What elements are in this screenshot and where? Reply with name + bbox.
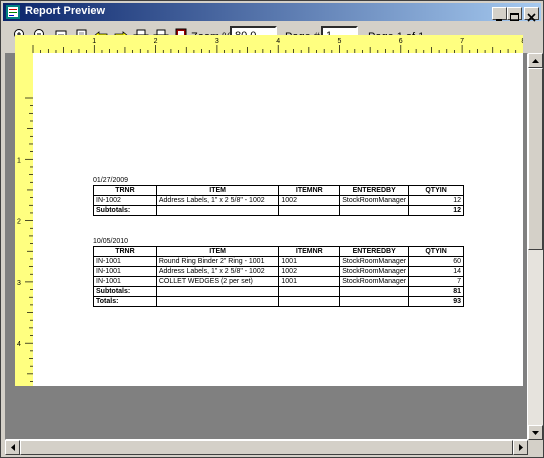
- horizontal-ruler-ticks: 1 2 3 4 5 6 7 8: [32, 38, 525, 53]
- group-date: 10/05/2010: [93, 238, 129, 245]
- horizontal-ruler: 1 2 3 4 5 6 7 8: [15, 35, 525, 53]
- ruler-mark-label: 2: [17, 219, 21, 226]
- cell-qtyin: 12: [408, 195, 464, 206]
- ruler-mark-label: 3: [215, 38, 219, 45]
- arrow-right-icon: [518, 444, 523, 451]
- app-icon: [6, 5, 20, 19]
- report-preview-window: Report Preview 80.0 1 1 2 3 4 5 6 7 1 2 …: [0, 0, 544, 458]
- cell-itemnr: 1002: [278, 195, 341, 206]
- total-label: Totals:: [93, 296, 157, 307]
- horizontal-scrollbar[interactable]: [5, 440, 528, 455]
- subtotal-value: 81: [408, 286, 464, 297]
- cell-enteredby: StockRoomManager: [339, 195, 410, 206]
- arrow-up-icon: [532, 58, 539, 63]
- ruler-mark-label: 7: [460, 38, 464, 45]
- scroll-left-button[interactable]: [5, 440, 20, 455]
- cell-itemnr: 1002: [278, 266, 341, 277]
- cell-trnr: IN-1002: [93, 195, 157, 206]
- vertical-scroll-thumb[interactable]: [528, 68, 543, 250]
- col-header-item: ITEM: [155, 246, 280, 257]
- cell-trnr: IN-1001: [93, 266, 157, 277]
- col-header-qtyin: QTYIN: [408, 246, 464, 257]
- subtotal-label: Subtotals:: [93, 205, 157, 216]
- cell-enteredby: StockRoomManager: [339, 256, 410, 267]
- cell-itemnr: 1001: [278, 256, 341, 267]
- cell-qtyin: 14: [408, 266, 464, 277]
- scroll-up-button[interactable]: [528, 53, 543, 68]
- group-date: 01/27/2009: [93, 177, 129, 184]
- total-row: Totals: 93: [93, 296, 464, 307]
- minimize-button[interactable]: [492, 7, 507, 21]
- cell-qtyin: 7: [408, 276, 464, 287]
- ruler-mark-label: 5: [338, 38, 342, 45]
- report-table-2: TRNR ITEM ITEMNR ENTEREDBY QTYIN IN-1001…: [93, 246, 464, 307]
- maximize-button[interactable]: [507, 7, 522, 21]
- vertical-ruler: 12345: [15, 53, 33, 410]
- maximize-icon: [510, 13, 519, 21]
- cell-trnr: IN-1001: [93, 276, 157, 287]
- ruler-mark-label: 3: [17, 280, 21, 287]
- horizontal-scroll-thumb[interactable]: [20, 440, 513, 455]
- table-row: IN-1001 COLLET WEDGES (2 per set) 1001 S…: [93, 276, 464, 287]
- cell-item: Address Labels, 1" x 2 5/8" - 1002: [155, 266, 280, 277]
- title-bar[interactable]: Report Preview: [3, 3, 541, 22]
- col-header-trnr: TRNR: [93, 246, 157, 257]
- table-row: IN-1001 Address Labels, 1" x 2 5/8" - 10…: [93, 266, 464, 277]
- col-header-itemnr: ITEMNR: [278, 246, 341, 257]
- cell-itemnr: 1001: [278, 276, 341, 287]
- subtotal-row: Subtotals: 81: [93, 286, 464, 297]
- col-header-itemnr: ITEMNR: [278, 185, 341, 196]
- scroll-right-button[interactable]: [513, 440, 528, 455]
- col-header-enteredby: ENTEREDBY: [339, 246, 410, 257]
- ruler-mark-label: 6: [399, 38, 403, 45]
- col-header-trnr: TRNR: [93, 185, 157, 196]
- close-button[interactable]: [524, 7, 539, 22]
- subtotal-label: Subtotals:: [93, 286, 157, 297]
- vertical-scrollbar[interactable]: [528, 53, 543, 440]
- scroll-down-button[interactable]: [528, 425, 543, 440]
- cell-trnr: IN-1001: [93, 256, 157, 267]
- cell-enteredby: StockRoomManager: [339, 266, 410, 277]
- ruler-mark-label: 1: [92, 38, 96, 45]
- cell-item: Address Labels, 1" x 2 5/8" - 1002: [155, 195, 280, 206]
- minimize-icon: [496, 19, 502, 21]
- vertical-ruler-ticks: 12345: [17, 97, 33, 410]
- cell-item: COLLET WEDGES (2 per set): [155, 276, 280, 287]
- table-row: IN-1001 Round Ring Binder 2" Ring - 1001…: [93, 256, 464, 267]
- ruler-mark-label: 2: [154, 38, 158, 45]
- ruler-mark-label: 4: [17, 341, 21, 348]
- report-page: 01/27/2009 TRNR ITEM ITEMNR ENTEREDBY QT…: [33, 53, 523, 386]
- cell-qtyin: 60: [408, 256, 464, 267]
- table-row: IN-1002 Address Labels, 1" x 2 5/8" - 10…: [93, 195, 464, 206]
- cell-enteredby: StockRoomManager: [339, 276, 410, 287]
- subtotal-value: 12: [408, 205, 464, 216]
- report-table-1: TRNR ITEM ITEMNR ENTEREDBY QTYIN IN-1002…: [93, 185, 464, 216]
- col-header-qtyin: QTYIN: [408, 185, 464, 196]
- subtotal-row: Subtotals: 12: [93, 205, 464, 216]
- cell-item: Round Ring Binder 2" Ring - 1001: [155, 256, 280, 267]
- arrow-left-icon: [10, 444, 15, 451]
- col-header-enteredby: ENTEREDBY: [339, 185, 410, 196]
- col-header-item: ITEM: [155, 185, 280, 196]
- ruler-mark-label: 8: [521, 38, 523, 45]
- arrow-down-icon: [532, 430, 539, 435]
- close-icon: [527, 13, 536, 22]
- ruler-mark-label: 1: [17, 157, 21, 164]
- window-title: Report Preview: [25, 5, 106, 17]
- ruler-mark-label: 4: [276, 38, 280, 45]
- total-value: 93: [408, 296, 464, 307]
